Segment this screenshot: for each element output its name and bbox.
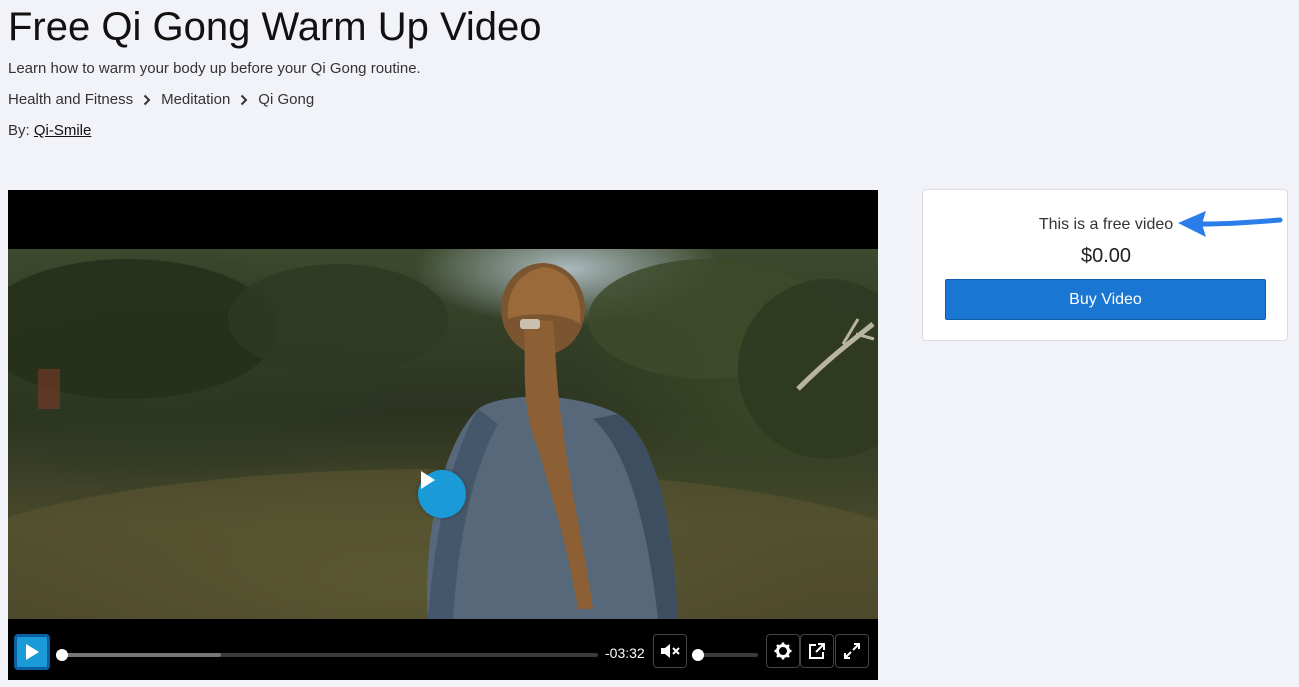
video-player[interactable]: -03:32 xyxy=(8,190,878,680)
video-thumbnail-image xyxy=(8,259,878,619)
play-pause-button[interactable] xyxy=(14,634,50,670)
progress-bar[interactable] xyxy=(56,649,598,661)
mute-button[interactable] xyxy=(653,634,687,668)
play-icon xyxy=(421,471,435,489)
breadcrumb: Health and Fitness Meditation Qi Gong xyxy=(8,91,314,108)
breadcrumb-item-health-and-fitness[interactable]: Health and Fitness xyxy=(8,91,133,108)
settings-button[interactable] xyxy=(766,634,800,668)
price: $0.00 xyxy=(1080,245,1132,267)
volume-slider[interactable] xyxy=(692,649,758,661)
chevron-right-icon xyxy=(143,94,151,105)
arrow-annotation xyxy=(1178,211,1283,237)
progress-handle[interactable] xyxy=(56,649,68,661)
page-title: Free Qi Gong Warm Up Video xyxy=(8,5,542,49)
play-icon xyxy=(26,644,39,660)
time-remaining: -03:32 xyxy=(605,645,645,661)
popout-icon xyxy=(809,643,825,659)
author-link[interactable]: Qi-Smile xyxy=(34,122,92,139)
byline-prefix: By: xyxy=(8,122,30,139)
popout-button[interactable] xyxy=(800,634,834,668)
video-frame[interactable] xyxy=(8,249,878,619)
page-subtitle: Learn how to warm your body up before yo… xyxy=(8,60,421,77)
settings-gear-icon xyxy=(774,642,792,660)
breadcrumb-item-meditation[interactable]: Meditation xyxy=(161,91,230,108)
progress-buffered xyxy=(62,653,222,657)
buy-video-button[interactable]: Buy Video xyxy=(945,279,1266,320)
byline: By: Qi-Smile xyxy=(8,122,91,139)
chevron-right-icon xyxy=(241,94,248,105)
fullscreen-button[interactable] xyxy=(835,634,869,668)
volume-handle[interactable] xyxy=(692,649,704,661)
big-play-button[interactable] xyxy=(418,470,466,518)
player-controls: -03:32 xyxy=(8,619,878,680)
breadcrumb-item-qi-gong[interactable]: Qi Gong xyxy=(258,91,314,108)
mute-icon xyxy=(661,644,680,658)
fullscreen-icon xyxy=(844,643,860,659)
